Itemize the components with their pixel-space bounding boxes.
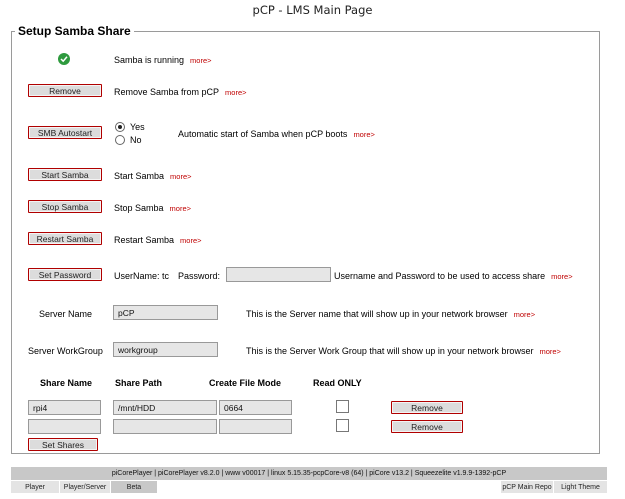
read-only-checkbox[interactable]: [336, 419, 349, 432]
server-name-label: Server Name: [39, 309, 93, 319]
password-more-link[interactable]: more>: [551, 272, 572, 281]
remove-samba-button[interactable]: Remove: [28, 84, 102, 97]
stop-more-link[interactable]: more>: [170, 204, 191, 213]
set-password-button[interactable]: Set Password: [28, 268, 102, 281]
check-icon: [58, 53, 70, 65]
autostart-row: Automatic start of Samba when pCP boots m…: [178, 129, 375, 139]
autostart-no-radio[interactable]: [115, 135, 125, 145]
samba-setup-panel: Setup Samba Share Samba is running more> …: [11, 24, 600, 454]
workgroup-label: Server WorkGroup: [28, 346, 103, 356]
window-title: pCP - LMS Main Page: [0, 0, 625, 20]
samba-status-text: Samba is running: [114, 55, 185, 65]
server-name-input[interactable]: pCP: [113, 305, 218, 320]
workgroup-text: This is the Server Work Group that will …: [246, 346, 534, 356]
remove-more-link[interactable]: more>: [225, 88, 246, 97]
smb-autostart-button[interactable]: SMB Autostart: [28, 126, 102, 139]
start-samba-button[interactable]: Start Samba: [28, 168, 102, 181]
tab-beta[interactable]: Beta: [111, 481, 157, 493]
password-row: Username and Password to be used to acce…: [334, 271, 573, 281]
autostart-more-link[interactable]: more>: [353, 130, 374, 139]
tab-main-repo[interactable]: pCP Main Repo: [501, 481, 553, 493]
autostart-no-label: No: [130, 135, 142, 145]
remove-text: Remove Samba from pCP: [114, 87, 220, 97]
share-path-input[interactable]: /mnt/HDD: [113, 400, 217, 415]
tab-light-theme[interactable]: Light Theme: [554, 481, 607, 493]
autostart-yes-label: Yes: [130, 122, 145, 132]
col-header-read-only: Read ONLY: [313, 378, 362, 388]
section-title: Setup Samba Share: [18, 24, 131, 38]
footer-version-bar: piCorePlayer | piCorePlayer v8.2.0 | www…: [11, 467, 607, 480]
autostart-text: Automatic start of Samba when pCP boots: [178, 129, 348, 139]
file-mode-input[interactable]: 0664: [219, 400, 292, 415]
share-name-input[interactable]: [28, 419, 101, 434]
remove-share-button[interactable]: Remove: [391, 401, 463, 414]
username-label: UserName: tc: [114, 271, 170, 281]
start-more-link[interactable]: more>: [170, 172, 191, 181]
restart-text: Restart Samba: [114, 235, 175, 245]
set-shares-button[interactable]: Set Shares: [28, 438, 98, 451]
restart-row: Restart Samba more>: [114, 235, 202, 245]
password-input[interactable]: [226, 267, 331, 282]
password-label: Password:: [178, 271, 221, 281]
status-more-link[interactable]: more>: [190, 56, 211, 65]
server-name-text: This is the Server name that will show u…: [246, 309, 508, 319]
start-text: Start Samba: [114, 171, 165, 181]
col-header-share-path: Share Path: [115, 378, 163, 388]
restart-more-link[interactable]: more>: [180, 236, 201, 245]
file-mode-input[interactable]: [219, 419, 292, 434]
stop-samba-button[interactable]: Stop Samba: [28, 200, 102, 213]
password-text: Username and Password to be used to acce…: [334, 271, 546, 281]
tab-player[interactable]: Player: [11, 481, 59, 493]
server-name-more-link[interactable]: more>: [514, 310, 535, 319]
footer-tabs: Player Player/Server Beta pCP Main Repo …: [11, 481, 607, 493]
col-header-file-mode: Create File Mode: [209, 378, 282, 388]
read-only-checkbox[interactable]: [336, 400, 349, 413]
autostart-yes-radio[interactable]: [115, 122, 125, 132]
col-header-share-name: Share Name: [40, 378, 93, 388]
tab-player-server[interactable]: Player/Server: [60, 481, 110, 493]
workgroup-input[interactable]: workgroup: [113, 342, 218, 357]
workgroup-row: This is the Server Work Group that will …: [246, 346, 561, 356]
restart-samba-button[interactable]: Restart Samba: [28, 232, 102, 245]
share-path-input[interactable]: [113, 419, 217, 434]
share-name-input[interactable]: rpi4: [28, 400, 101, 415]
workgroup-more-link[interactable]: more>: [539, 347, 560, 356]
server-name-row: This is the Server name that will show u…: [246, 309, 535, 319]
remove-share-button[interactable]: Remove: [391, 420, 463, 433]
samba-status-row: Samba is running more>: [114, 55, 212, 65]
stop-text: Stop Samba: [114, 203, 164, 213]
stop-row: Stop Samba more>: [114, 203, 191, 213]
remove-row: Remove Samba from pCP more>: [114, 87, 247, 97]
start-row: Start Samba more>: [114, 171, 192, 181]
